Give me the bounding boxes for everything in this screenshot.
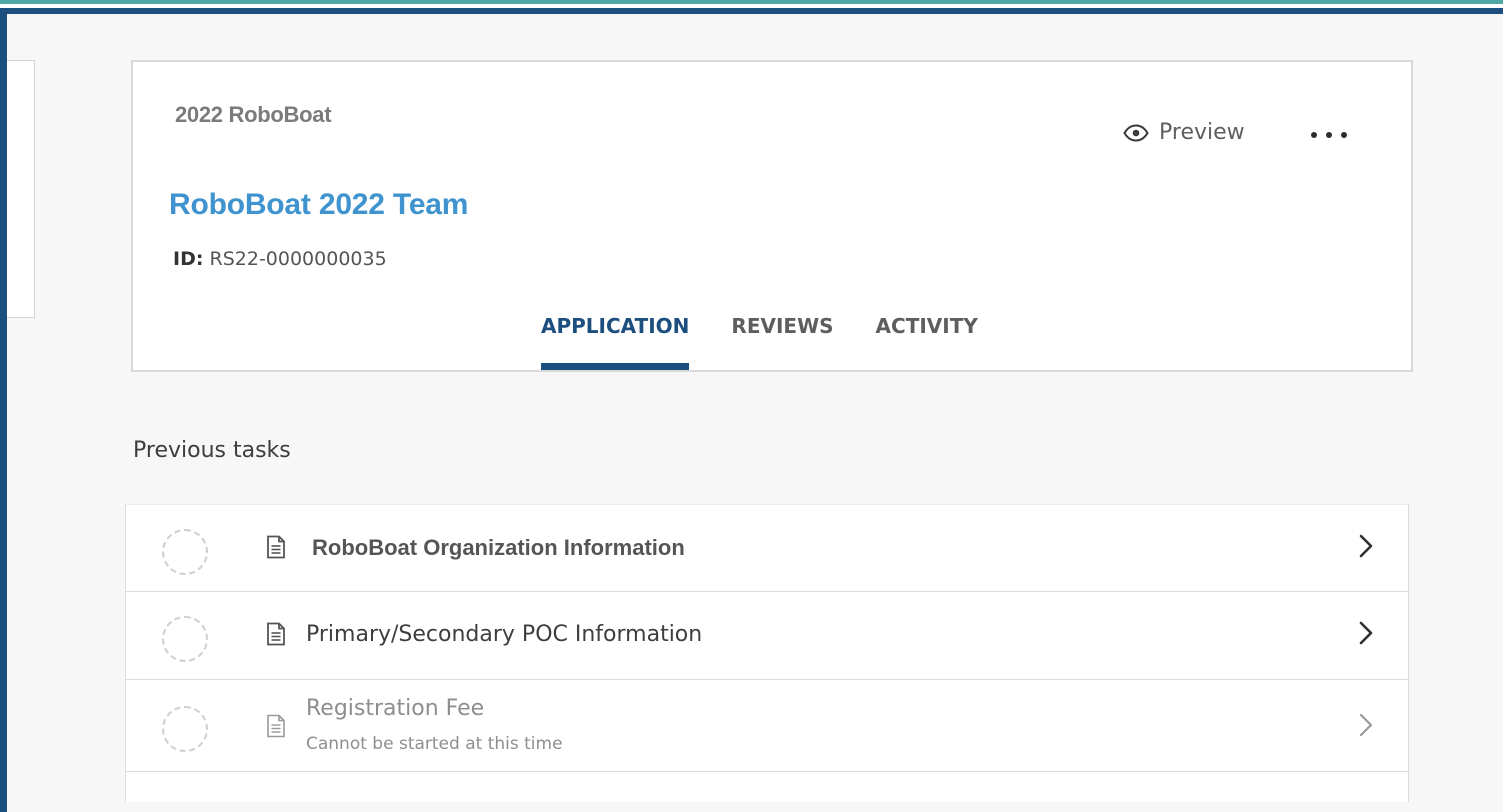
chevron-right-icon [1358, 533, 1374, 559]
task-row-partial [125, 772, 1409, 802]
team-id-label: ID: [173, 248, 204, 270]
tab-reviews[interactable]: REVIEWS [731, 300, 833, 372]
chevron-right-icon [1358, 620, 1374, 646]
main-content: 2022 RoboBoat Preview RoboBoat 2022 Team… [0, 8, 1503, 812]
document-icon [266, 622, 286, 646]
application-header-card: 2022 RoboBoat Preview RoboBoat 2022 Team… [131, 60, 1413, 372]
team-id: ID: RS22-0000000035 [173, 248, 387, 270]
previous-tasks-list: RoboBoat Organization Information Primar… [125, 504, 1409, 802]
more-horizontal-icon-dot [1326, 132, 1332, 138]
more-horizontal-icon-dot [1311, 132, 1317, 138]
more-options-button[interactable] [1311, 122, 1347, 148]
document-icon [266, 535, 286, 559]
chevron-right-icon [1358, 712, 1374, 738]
document-icon [266, 714, 286, 738]
application-tabs: APPLICATION REVIEWS ACTIVITY [541, 300, 1020, 372]
task-status-icon [162, 616, 208, 662]
previous-tasks-heading: Previous tasks [133, 438, 291, 463]
preview-label: Preview [1159, 120, 1245, 145]
task-label: RoboBoat Organization Information [312, 535, 685, 560]
task-status-icon [162, 529, 208, 575]
app-frame: 2022 RoboBoat Preview RoboBoat 2022 Team… [0, 0, 1503, 812]
team-id-value: RS22-0000000035 [209, 248, 387, 270]
program-name: 2022 RoboBoat [175, 102, 332, 127]
task-status-text: Cannot be started at this time [306, 734, 563, 754]
task-status-icon [162, 706, 208, 752]
tab-application[interactable]: APPLICATION [541, 300, 690, 372]
task-label: Registration Fee [306, 696, 485, 721]
sidebar-panel-edge [7, 60, 35, 318]
eye-icon [1123, 123, 1149, 142]
task-label: Primary/Secondary POC Information [306, 622, 703, 647]
preview-button[interactable]: Preview [1123, 120, 1245, 145]
task-row-organization-information[interactable]: RoboBoat Organization Information [125, 504, 1409, 592]
task-row-registration-fee[interactable]: Registration Fee Cannot be started at th… [125, 680, 1409, 772]
team-title[interactable]: RoboBoat 2022 Team [169, 188, 468, 222]
task-row-poc-information[interactable]: Primary/Secondary POC Information [125, 592, 1409, 680]
more-horizontal-icon-dot [1341, 132, 1347, 138]
tab-activity[interactable]: ACTIVITY [876, 300, 978, 372]
